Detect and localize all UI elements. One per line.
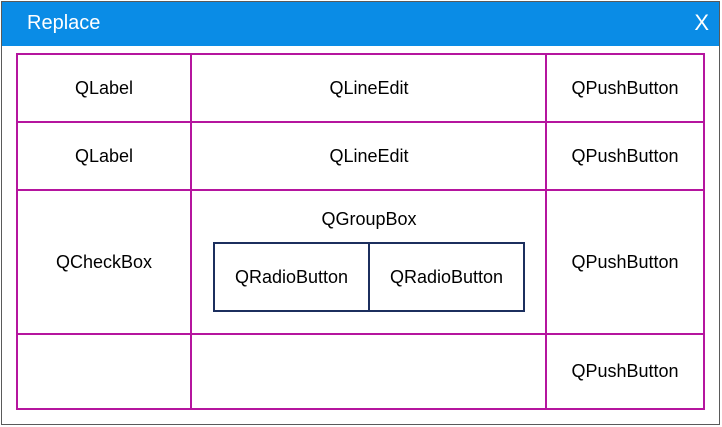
title-bar: Replace X: [2, 2, 719, 46]
find-push-button[interactable]: QPushButton: [545, 53, 705, 124]
replace-label: QLabel: [16, 121, 192, 192]
option-checkbox[interactable]: QCheckBox: [16, 189, 192, 336]
direction-groupbox: QGroupBox QRadioButton QRadioButton: [190, 189, 548, 336]
replace-push-button[interactable]: QPushButton: [545, 121, 705, 192]
close-icon[interactable]: X: [694, 11, 709, 35]
empty-cell-middle: [190, 333, 548, 410]
third-push-button[interactable]: QPushButton: [545, 189, 705, 336]
window-title: Replace: [27, 12, 101, 34]
replace-line-edit[interactable]: QLineEdit: [190, 121, 548, 192]
radio-button-2[interactable]: QRadioButton: [368, 244, 523, 310]
fourth-push-button[interactable]: QPushButton: [545, 333, 705, 410]
find-line-edit[interactable]: QLineEdit: [190, 53, 548, 124]
empty-cell-left: [16, 333, 192, 410]
radio-button-group: QRadioButton QRadioButton: [213, 242, 525, 312]
groupbox-title: QGroupBox: [321, 209, 417, 229]
radio-button-1[interactable]: QRadioButton: [215, 244, 368, 310]
find-label: QLabel: [16, 53, 192, 124]
